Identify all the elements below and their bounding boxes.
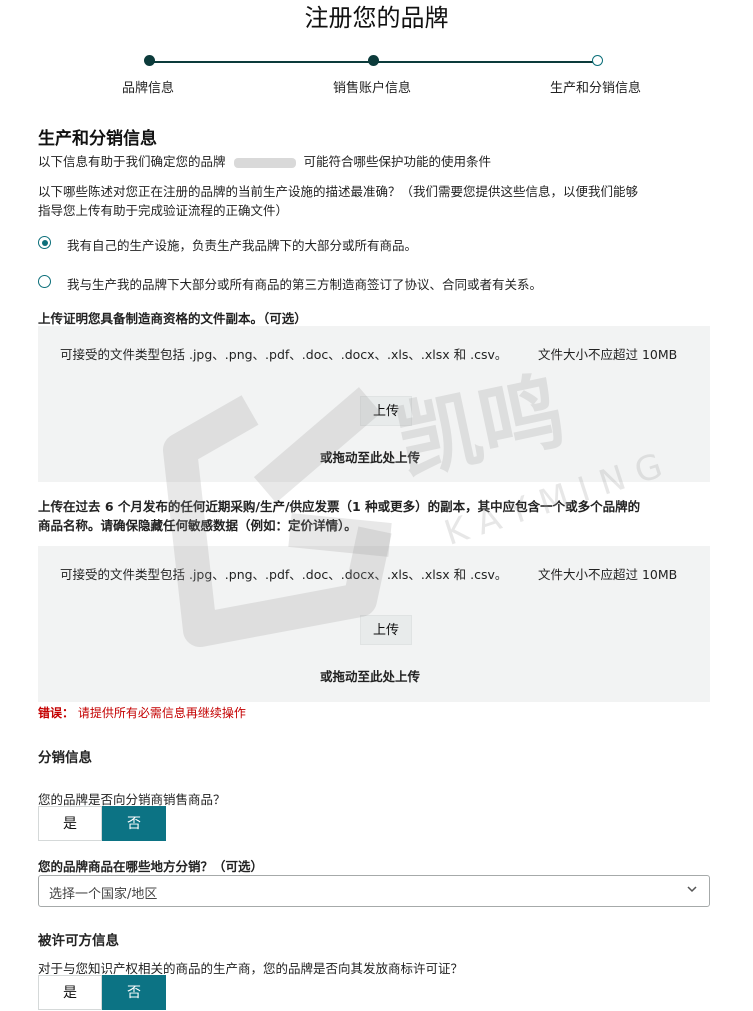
chevron-down-icon <box>687 886 697 893</box>
option-own-facility-label[interactable]: 我有自己的生产设施，负责生产我品牌下的大部分或所有商品。 <box>67 235 417 254</box>
upload1-size-limit: 文件大小不应超过 10MB <box>538 347 678 362</box>
error-message: 错误： 请提供所有必需信息再继续操作 <box>38 704 246 721</box>
stepper-line-2 <box>374 61 598 63</box>
production-intro-after: 可能符合哪些保护功能的使用条件 <box>303 154 491 169</box>
upload2-dropzone[interactable]: 可接受的文件类型包括 .jpg、.png、.pdf、.doc、.docx、.xl… <box>38 546 710 702</box>
step-label-sales-account[interactable]: 销售账户信息 <box>333 77 411 96</box>
step-label-production: 生产和分销信息 <box>550 81 642 96</box>
upload2-label-line1: 上传在过去 6 个月发布的任何近期采购/生产/供应发票（1 种或更多）的副本，其… <box>38 499 641 514</box>
error-text: 请提供所有必需信息再继续操作 <box>77 706 246 720</box>
upload1-drag-text: 或拖动至此处上传 <box>320 450 421 465</box>
production-question-line1: 以下哪些陈述对您正在注册的品牌的当前生产设施的描述最准确？（我们需要您提供这些信… <box>38 184 639 199</box>
upload2-file-types: 可接受的文件类型包括 .jpg、.png、.pdf、.doc、.docx、.xl… <box>60 567 508 582</box>
page-title: 注册您的品牌 <box>304 4 449 32</box>
production-intro: 以下信息有助于我们确定您的品牌 可能符合哪些保护功能的使用条件 <box>38 151 491 170</box>
error-prefix: 错误： <box>38 706 75 720</box>
production-heading: 生产和分销信息 <box>38 129 157 149</box>
radio-own-facility[interactable] <box>38 236 51 249</box>
licensee-heading: 被许可方信息 <box>38 933 119 949</box>
stepper-line-1 <box>150 61 374 63</box>
distribution-yes-button[interactable]: 是 <box>38 806 102 841</box>
distribution-no-button[interactable]: 否 <box>102 806 166 841</box>
distribution-heading: 分销信息 <box>38 750 92 766</box>
upload2-drag-text: 或拖动至此处上传 <box>320 669 421 684</box>
country-select[interactable]: 选择一个国家/地区 <box>38 875 710 907</box>
distribution-where-label: 您的品牌商品在哪些地方分销？（可选） <box>38 859 264 874</box>
licensee-yes-button[interactable]: 是 <box>38 975 102 1010</box>
upload1-button[interactable]: 上传 <box>360 396 412 426</box>
radio-third-party[interactable] <box>38 275 51 288</box>
step-dot-sales-account <box>368 55 379 66</box>
upload1-file-types: 可接受的文件类型包括 .jpg、.png、.pdf、.doc、.docx、.xl… <box>60 347 508 362</box>
brand-name-blurred <box>233 157 296 168</box>
production-question-line2: 指导您上传有助于完成验证流程的正确文件） <box>38 203 289 218</box>
country-select-placeholder: 选择一个国家/地区 <box>49 887 158 902</box>
distribution-toggle: 是 否 <box>38 806 166 841</box>
upload2-label-line2: 商品名称。请确保隐藏任何敏感数据（例如：定价详情）。 <box>38 518 357 533</box>
step-dot-brand-info <box>144 55 155 66</box>
step-label-brand-info[interactable]: 品牌信息 <box>122 77 174 96</box>
upload2-size-limit: 文件大小不应超过 10MB <box>538 567 678 582</box>
licensee-no-button[interactable]: 否 <box>102 975 166 1010</box>
option-third-party-label[interactable]: 我与生产我的品牌下大部分或所有商品的第三方制造商签订了协议、合同或者有关系。 <box>67 274 542 293</box>
upload1-dropzone[interactable]: 可接受的文件类型包括 .jpg、.png、.pdf、.doc、.docx、.xl… <box>38 326 710 482</box>
upload1-label: 上传证明您具备制造商资格的文件副本。（可选） <box>38 311 307 326</box>
production-intro-before: 以下信息有助于我们确定您的品牌 <box>38 154 226 169</box>
upload2-button[interactable]: 上传 <box>360 615 412 645</box>
licensee-toggle: 是 否 <box>38 975 166 1010</box>
step-dot-production <box>592 55 603 66</box>
